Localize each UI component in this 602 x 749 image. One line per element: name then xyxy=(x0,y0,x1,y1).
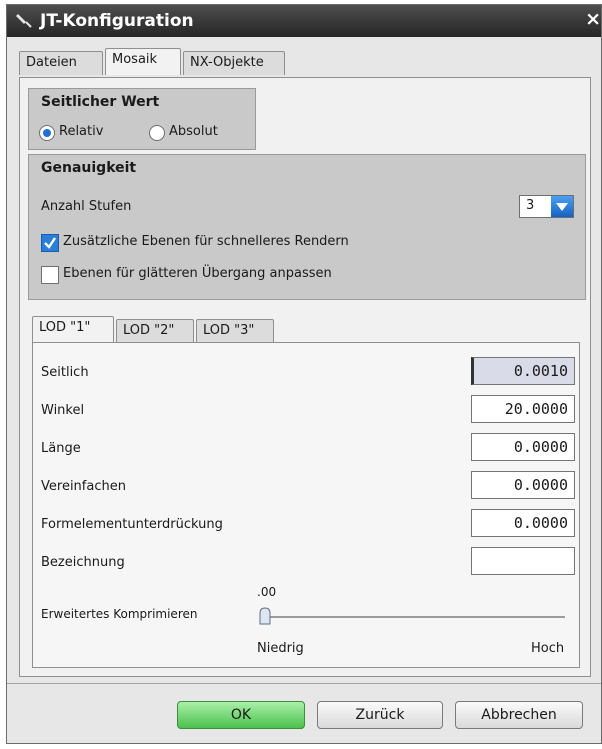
ok-button[interactable]: OK xyxy=(177,701,305,729)
radio-absolut[interactable] xyxy=(149,125,165,141)
anzahl-stufen-value: 3 xyxy=(526,198,535,213)
checkbox-ebenen-glaetten[interactable] xyxy=(41,266,59,284)
slider-max-label: Hoch xyxy=(531,641,565,656)
tab-lod-1[interactable]: LOD "1" xyxy=(32,316,114,343)
field-label-seitlich: Seitlich xyxy=(41,365,89,380)
field-label-winkel: Winkel xyxy=(41,403,85,418)
slider-label: Erweitertes Komprimieren xyxy=(41,607,198,621)
tab-mosaik[interactable]: Mosaik xyxy=(105,48,181,75)
window-title: JT-Konfiguration xyxy=(40,11,194,31)
laenge-input[interactable]: 0.0000 xyxy=(471,433,575,461)
radio-label-absolut: Absolut xyxy=(169,124,218,139)
cancel-button[interactable]: Abbrechen xyxy=(455,701,583,729)
compression-slider-thumb[interactable] xyxy=(259,607,271,625)
field-label-laenge: Länge xyxy=(41,441,81,456)
group-seitlicher-wert: Seitlicher Wert Relativ Absolut xyxy=(28,88,256,150)
chevron-down-icon[interactable] xyxy=(551,196,573,217)
field-label-vereinfachen: Vereinfachen xyxy=(41,479,126,494)
anzahl-stufen-select[interactable]: 3 xyxy=(519,195,574,218)
tab-dateien[interactable]: Dateien xyxy=(19,51,103,75)
slider-min-label: Niedrig xyxy=(257,641,304,656)
winkel-input[interactable]: 20.0000 xyxy=(471,395,575,423)
back-button[interactable]: Zurück xyxy=(317,701,443,729)
wrench-icon xyxy=(16,14,32,28)
mosaik-panel: Seitlicher Wert Relativ Absolut Genauigk… xyxy=(19,77,591,677)
checkbox-zusaetzliche-ebenen[interactable] xyxy=(41,234,59,252)
bezeichnung-input[interactable] xyxy=(471,547,575,575)
title-bar[interactable]: JT-Konfiguration × xyxy=(7,5,601,37)
radio-label-relativ: Relativ xyxy=(59,124,104,139)
field-label-bezeichnung: Bezeichnung xyxy=(41,555,125,570)
checkbox-label-zusaetzliche-ebenen: Zusätzliche Ebenen für schnelleres Rende… xyxy=(63,234,349,249)
anzahl-stufen-label: Anzahl Stufen xyxy=(41,199,132,214)
seitlich-input[interactable]: 0.0010 xyxy=(471,357,575,385)
lod-1-panel: Seitlich 0.0010 Winkel 20.0000 Länge 0.0… xyxy=(32,342,580,668)
group-title-seitlicher-wert: Seitlicher Wert xyxy=(41,94,160,110)
tab-lod-3[interactable]: LOD "3" xyxy=(196,319,274,343)
compression-slider-track[interactable] xyxy=(265,616,565,618)
tab-lod-2[interactable]: LOD "2" xyxy=(116,319,194,343)
checkbox-label-ebenen-glaetten: Ebenen für glätteren Übergang anpassen xyxy=(63,266,332,281)
dialog-window: JT-Konfiguration × Dateien Mosaik NX-Obj… xyxy=(6,4,602,744)
checkmark-icon xyxy=(44,237,56,249)
group-genauigkeit: Genauigkeit Anzahl Stufen 3 Zusätzliche … xyxy=(28,154,586,300)
close-icon[interactable]: × xyxy=(585,8,601,30)
group-title-genauigkeit: Genauigkeit xyxy=(41,160,137,176)
slider-value-readout: .00 xyxy=(257,585,277,599)
footer-divider xyxy=(7,683,601,684)
formelementunterdrueckung-input[interactable]: 0.0000 xyxy=(471,509,575,537)
radio-relativ[interactable] xyxy=(39,125,55,141)
field-label-formelementunterdrueckung: Formelementunterdrückung xyxy=(41,517,223,532)
vereinfachen-input[interactable]: 0.0000 xyxy=(471,471,575,499)
tab-nx-objekte[interactable]: NX-Objekte xyxy=(183,51,285,75)
